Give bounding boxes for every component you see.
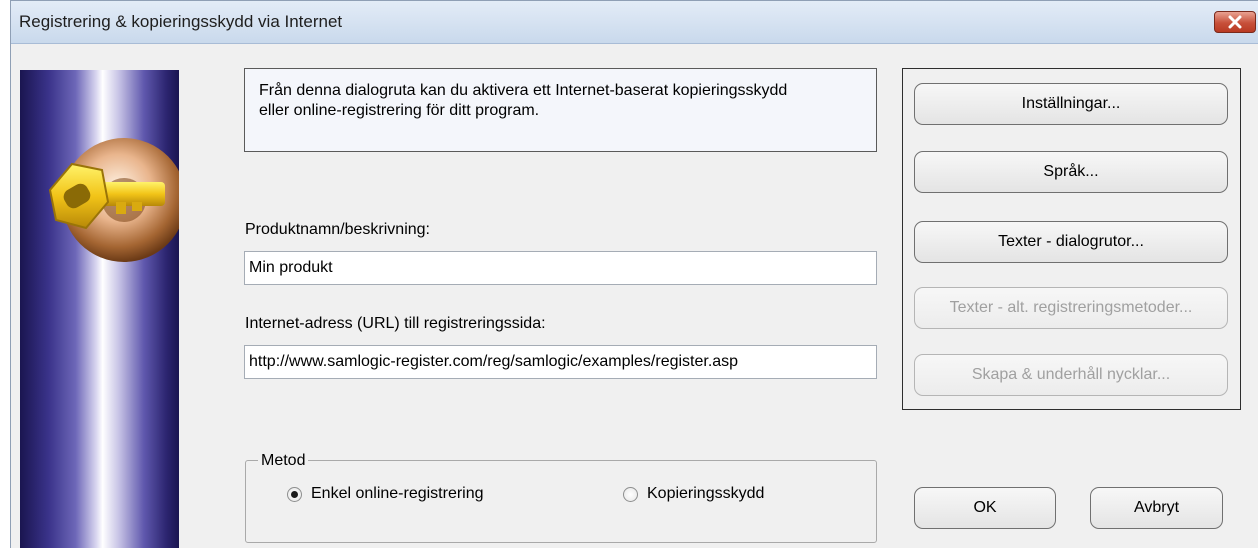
url-label: Internet-adress (URL) till registrerings… — [245, 315, 546, 333]
method-legend: Metod — [258, 452, 309, 470]
radio-copy-label: Kopieringsskydd — [647, 485, 765, 502]
close-button[interactable] — [1214, 11, 1256, 33]
settings-button-panel: Inställningar... Språk... Texter - dialo… — [902, 68, 1241, 410]
title-bar[interactable]: Registrering & kopieringsskydd via Inter… — [11, 1, 1258, 44]
url-label-text: Internet-adress (URL) till registrerings… — [245, 315, 546, 332]
language-button[interactable]: Språk... — [914, 151, 1228, 193]
product-name-field[interactable] — [244, 251, 877, 285]
radio-selected-dot — [291, 490, 298, 498]
create-keys-button[interactable]: Skapa & underhåll nycklar... — [914, 354, 1228, 396]
decorative-banner — [20, 70, 179, 548]
info-line-1: Från denna dialogruta kan du aktivera et… — [259, 82, 788, 99]
key-in-lock-icon — [48, 138, 179, 262]
settings-button[interactable]: Inställningar... — [914, 83, 1228, 125]
info-text-box: Från denna dialogruta kan du aktivera et… — [244, 68, 877, 152]
product-label-text: Produktnamn/beskrivning: — [245, 221, 430, 238]
radio-button-icon[interactable] — [623, 486, 638, 502]
window-title: Registrering & kopieringsskydd via Inter… — [19, 12, 343, 31]
dialog-texts-button[interactable]: Texter - dialogrutor... — [914, 221, 1228, 263]
url-field[interactable] — [244, 345, 877, 379]
radio-simple-label: Enkel online-registrering — [311, 485, 484, 502]
radio-button-icon[interactable] — [287, 486, 302, 502]
radio-simple-registration[interactable]: Enkel online-registrering — [287, 485, 484, 503]
cancel-button[interactable]: Avbryt — [1090, 487, 1223, 529]
info-line-2: eller online-registrering för ditt progr… — [259, 102, 540, 119]
close-icon — [1228, 15, 1242, 29]
product-label: Produktnamn/beskrivning: — [245, 221, 430, 239]
radio-copy-protection[interactable]: Kopieringsskydd — [623, 485, 764, 503]
alt-registration-texts-button[interactable]: Texter - alt. registreringsmetoder... — [914, 287, 1228, 329]
ok-button[interactable]: OK — [914, 487, 1056, 529]
